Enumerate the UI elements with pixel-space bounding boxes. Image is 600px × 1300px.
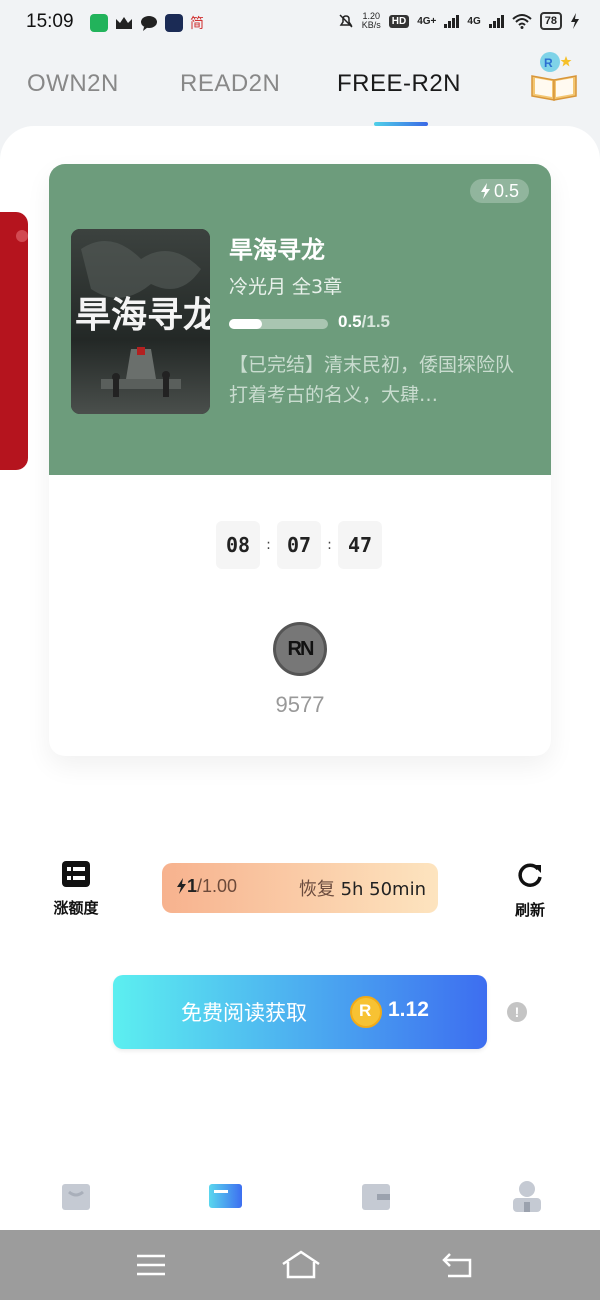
progress-current: 0.5 bbox=[338, 312, 362, 331]
reward-amount: 1.12 bbox=[388, 998, 429, 1021]
bag-icon bbox=[62, 1184, 90, 1210]
chat-bubble-icon bbox=[141, 16, 157, 31]
top-tabs: OWN2N READ2N FREE-R2N bbox=[0, 60, 600, 130]
countdown-timer: 08 : 07 : 47 bbox=[216, 521, 382, 569]
info-icon[interactable]: ! bbox=[507, 1002, 527, 1022]
energy-recover: 恢复 5h 50min bbox=[299, 875, 426, 901]
energy-cost-value: 0.5 bbox=[493, 181, 519, 201]
back-icon bbox=[442, 1253, 472, 1278]
rn-count: 9577 bbox=[275, 692, 325, 717]
status-time: 15:09 bbox=[26, 11, 74, 32]
recover-label: 恢复 bbox=[298, 879, 335, 900]
timer-separator: : bbox=[266, 537, 271, 553]
book-open-icon bbox=[209, 1184, 242, 1208]
refresh-label: 刷新 bbox=[514, 901, 545, 919]
book-title[interactable]: 旱海寻龙 bbox=[229, 230, 325, 265]
battery-icon: 78 bbox=[539, 12, 562, 30]
charging-bolt-icon bbox=[571, 13, 579, 29]
sim1-label: 4G+ bbox=[417, 15, 437, 27]
main-sheet: 0.5 旱海寻龙 旱海寻龙 冷光月 全3章 0.5/1.5 【已完结】清末民初，… bbox=[0, 126, 600, 1166]
svg-text:R: R bbox=[544, 56, 553, 70]
book-description: 【已完结】清末民初，倭国探险队打着考古的名义，大肆… bbox=[229, 354, 515, 406]
lang-indicator: 简 bbox=[190, 16, 204, 32]
progress-total: /1.5 bbox=[361, 312, 390, 331]
timer-separator: : bbox=[327, 537, 332, 553]
coin-icon: R bbox=[350, 996, 382, 1028]
profile-icon bbox=[513, 1181, 541, 1212]
signal-icon bbox=[444, 14, 460, 28]
hd-badge: HD bbox=[388, 14, 410, 28]
reading-progress-bar bbox=[229, 319, 328, 329]
status-bar: 15:09 简 1.20 KB/s HD 4G+ 4G 78 bbox=[0, 0, 600, 46]
timer-hours: 08 bbox=[216, 521, 260, 569]
energy-cost-badge: 0.5 bbox=[469, 179, 529, 203]
wifi-icon bbox=[512, 14, 532, 29]
reader-app-icon bbox=[165, 14, 183, 32]
tab-read2n[interactable]: READ2N bbox=[180, 70, 280, 98]
rn-logo-icon: RN bbox=[273, 622, 327, 676]
bolt-icon bbox=[177, 878, 186, 894]
refresh-icon bbox=[518, 863, 542, 887]
sim2-label: 4G bbox=[467, 15, 481, 27]
home-icon bbox=[282, 1250, 320, 1279]
coin-letter: R bbox=[359, 1001, 372, 1020]
cover-title: 旱海寻龙 bbox=[75, 295, 210, 336]
nav-item-own[interactable] bbox=[61, 1180, 91, 1212]
crown-icon bbox=[116, 17, 132, 29]
book-author-chapters: 冷光月 全3章 bbox=[229, 276, 343, 298]
nav-item-wallet[interactable] bbox=[361, 1180, 391, 1212]
nav-item-profile[interactable] bbox=[512, 1180, 542, 1212]
status-right: 1.20 KB/s HD 4G+ 4G 78 bbox=[338, 12, 580, 30]
previous-book-card[interactable] bbox=[0, 212, 28, 470]
mute-bell-icon bbox=[339, 14, 353, 28]
increase-limit-label: 涨额度 bbox=[53, 899, 99, 917]
signal-icon bbox=[488, 14, 504, 28]
notification-icons: 简 bbox=[90, 13, 204, 33]
home-button[interactable] bbox=[280, 1250, 322, 1280]
book-card[interactable]: 0.5 旱海寻龙 旱海寻龙 冷光月 全3章 0.5/1.5 【已完结】清末民初，… bbox=[49, 164, 551, 756]
book-cover-art: 旱海寻龙 bbox=[71, 229, 210, 414]
refresh-button[interactable]: 刷新 bbox=[508, 861, 552, 920]
back-button[interactable] bbox=[440, 1250, 476, 1280]
nav-item-read[interactable] bbox=[208, 1180, 242, 1212]
wallet-icon bbox=[362, 1184, 390, 1210]
net-speed: 1.20 KB/s bbox=[362, 12, 381, 30]
timer-minutes: 07 bbox=[277, 521, 321, 569]
app-notification-icon bbox=[90, 14, 108, 32]
list-grid-icon bbox=[62, 861, 90, 887]
tab-free-r2n[interactable]: FREE-R2N bbox=[337, 70, 461, 98]
timer-seconds: 47 bbox=[338, 521, 382, 569]
bottom-nav bbox=[0, 1166, 600, 1230]
menu-button[interactable] bbox=[133, 1250, 169, 1280]
card-dot bbox=[16, 230, 28, 242]
system-nav-bar bbox=[0, 1230, 600, 1300]
energy-current: 1 bbox=[187, 876, 198, 896]
reading-progress-text: 0.5/1.5 bbox=[338, 312, 390, 332]
energy-level: 1/1.00 bbox=[176, 876, 237, 897]
energy-max: /1.00 bbox=[197, 876, 238, 896]
energy-status-pill: 1/1.00 恢复 5h 50min bbox=[162, 863, 438, 913]
book-card-header: 0.5 旱海寻龙 旱海寻龙 冷光月 全3章 0.5/1.5 【已完结】清末民初，… bbox=[49, 164, 551, 475]
free-read-button[interactable]: 免费阅读获取 R 1.12 bbox=[113, 975, 487, 1049]
tab-own2n[interactable]: OWN2N bbox=[27, 70, 119, 98]
bolt-icon bbox=[480, 183, 490, 199]
increase-limit-button[interactable]: 涨额度 bbox=[48, 861, 104, 918]
reading-progress-fill bbox=[229, 319, 262, 329]
rn-logo-text: RN bbox=[287, 637, 315, 660]
free-read-label: 免费阅读获取 bbox=[181, 1001, 307, 1025]
net-speed-unit: KB/s bbox=[361, 20, 381, 30]
menu-icon bbox=[137, 1254, 165, 1276]
recover-time: 5h 50min bbox=[340, 879, 426, 900]
bookshelf-icon[interactable]: R bbox=[530, 50, 578, 102]
book-cover[interactable]: 旱海寻龙 bbox=[71, 229, 210, 414]
